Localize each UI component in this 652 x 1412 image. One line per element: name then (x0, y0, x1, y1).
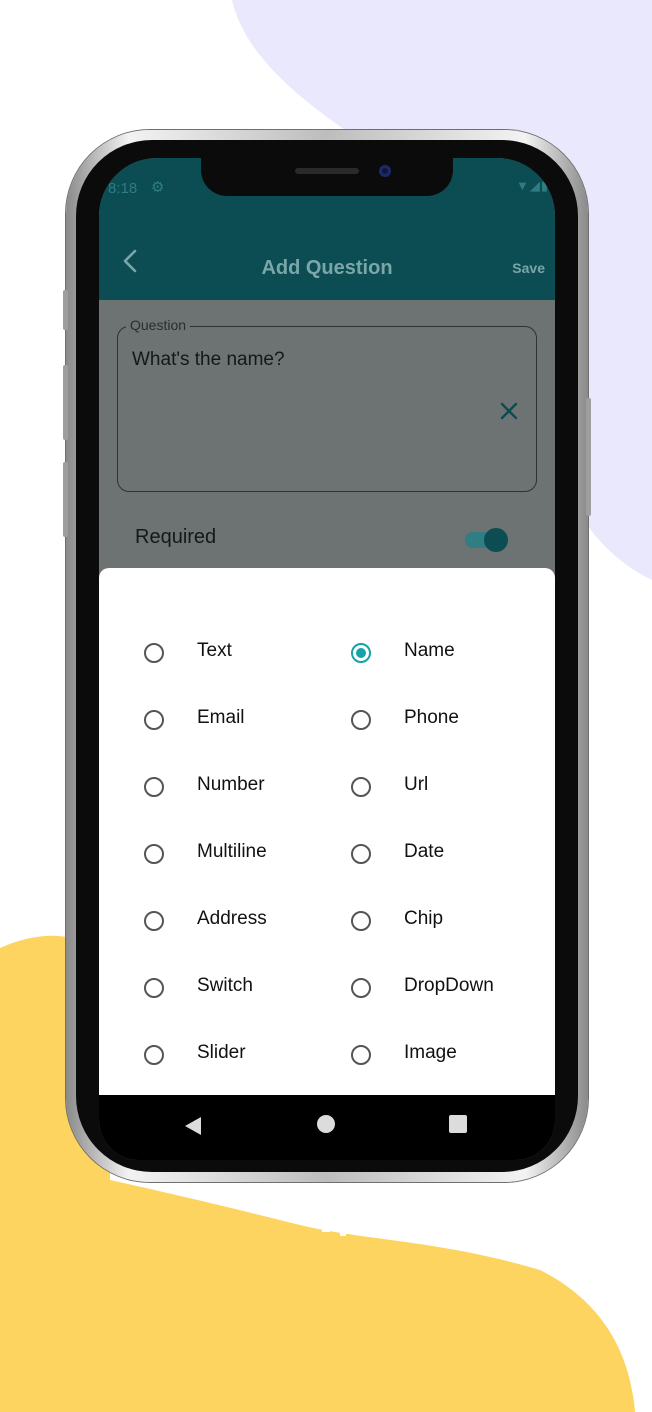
volume-up-button (63, 365, 68, 440)
radio-button[interactable] (144, 710, 164, 730)
volume-down-button (63, 462, 68, 537)
signal-icon: ◢ (529, 178, 541, 193)
circle-home-icon[interactable] (317, 1115, 335, 1133)
radio-button[interactable] (144, 978, 164, 998)
option-label: Chip (404, 908, 444, 929)
question-field-label: Question (126, 317, 191, 333)
stand-bar (322, 1180, 330, 1232)
side-button (63, 290, 68, 330)
status-icons: ▼◢▮ (516, 178, 549, 194)
system-nav-bar (99, 1095, 555, 1160)
notch (201, 158, 453, 196)
save-button[interactable]: Save (512, 260, 545, 276)
option-label: Number (197, 774, 265, 795)
required-toggle[interactable] (463, 528, 509, 552)
stand-bar (340, 1180, 346, 1236)
form-content: Question What's the name? Required (99, 300, 555, 570)
phone-screen: 8:18 ⚙ ▼◢▮ Add Question Save Question Wh… (99, 158, 555, 1160)
question-input[interactable]: What's the name? (132, 349, 285, 371)
question-type-sheet: Text Name Email Phone Number Url Multili… (99, 568, 555, 1095)
option-label: Phone (404, 707, 459, 728)
radio-button[interactable] (351, 710, 371, 730)
front-camera (379, 165, 391, 177)
status-time: 8:18 (108, 180, 138, 197)
gear-icon: ⚙ (151, 179, 165, 196)
option-label: Email (197, 707, 245, 728)
wifi-icon: ▼ (515, 178, 530, 193)
radio-button[interactable] (144, 643, 164, 663)
battery-icon: ▮ (540, 178, 549, 193)
option-label: Url (404, 774, 429, 795)
option-label: Text (197, 640, 232, 661)
triangle-back-icon[interactable] (185, 1117, 201, 1135)
close-icon (500, 402, 518, 420)
radio-button[interactable] (351, 777, 371, 797)
stand-bar (306, 1180, 316, 1220)
option-label: Name (404, 640, 455, 661)
radio-button[interactable] (144, 1045, 164, 1065)
required-label: Required (135, 526, 217, 548)
radio-button[interactable] (351, 1045, 371, 1065)
radio-button-selected[interactable] (351, 643, 371, 663)
radio-button[interactable] (351, 978, 371, 998)
radio-button[interactable] (351, 844, 371, 864)
radio-button[interactable] (351, 911, 371, 931)
speaker-grille (295, 168, 359, 174)
option-label: Image (404, 1042, 457, 1063)
option-label: Address (197, 908, 267, 929)
radio-button[interactable] (144, 777, 164, 797)
option-label: Slider (197, 1042, 246, 1063)
radio-button[interactable] (144, 844, 164, 864)
option-label: Multiline (197, 841, 267, 862)
app-bar: Add Question Save (99, 220, 555, 300)
stand-bar (288, 1180, 298, 1208)
square-recents-icon[interactable] (449, 1115, 467, 1133)
option-label: Switch (197, 975, 253, 996)
page-title: Add Question (261, 257, 393, 279)
toggle-thumb (484, 528, 508, 552)
option-label: DropDown (404, 975, 494, 996)
clear-button[interactable] (499, 401, 519, 421)
power-button (586, 398, 591, 516)
question-field[interactable]: Question What's the name? (117, 317, 537, 492)
radio-button[interactable] (144, 911, 164, 931)
option-label: Date (404, 841, 445, 862)
